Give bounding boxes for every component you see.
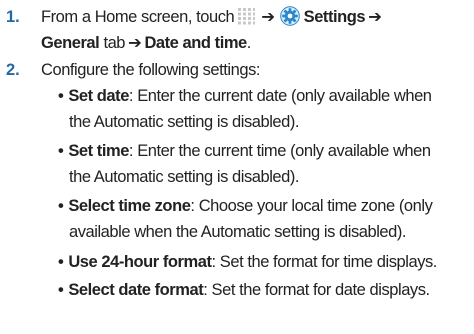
- bullet: •: [58, 87, 64, 105]
- setting-description-continued: the Automatic setting is disabled).: [69, 168, 300, 186]
- setting-description-continued: available when the Automatic setting is …: [69, 223, 407, 241]
- list-item: • Set date: Enter the current date (only …: [58, 83, 470, 135]
- setting-description: : Set the format for time displays.: [211, 253, 438, 271]
- step-text: Configure the following settings:: [41, 61, 261, 79]
- step-line: General tab ➔ Date and time.: [41, 30, 468, 56]
- step-number: 2.: [6, 61, 20, 79]
- arrow-icon: ➔: [128, 34, 142, 52]
- settings-gear-icon: [279, 6, 300, 26]
- bullet: •: [58, 281, 64, 299]
- list-item: • Set time: Enter the current time (only …: [58, 138, 470, 190]
- setting-description: : Choose your local time zone (only: [190, 197, 433, 215]
- list-item: • Select time zone: Choose your local tim…: [58, 193, 470, 245]
- arrow-icon: ➔: [261, 8, 275, 26]
- list-item: • Select date format: Set the format for …: [58, 277, 470, 303]
- instruction-page: 1. From a Home screen, touch ➔ Settings …: [0, 0, 474, 334]
- step-body: Configure the following settings:: [41, 57, 468, 83]
- setting-term: Set time: [68, 142, 129, 160]
- setting-term: Set date: [68, 87, 129, 105]
- setting-term: Select date format: [68, 281, 204, 299]
- setting-description: : Enter the current date (only available…: [128, 87, 432, 105]
- bullet: •: [58, 197, 64, 215]
- tab-suffix: tab: [99, 34, 126, 52]
- setting-description-continued: the Automatic setting is disabled).: [69, 113, 300, 131]
- bullet: •: [58, 142, 64, 160]
- apps-grid-icon: [238, 8, 256, 25]
- date-and-time-label: Date and time: [144, 34, 247, 52]
- period: .: [246, 34, 252, 52]
- step-body: From a Home screen, touch ➔ Settings ➔ G…: [41, 4, 468, 56]
- setting-term: Select time zone: [68, 197, 191, 215]
- general-tab-label: General: [41, 34, 100, 52]
- step-prefix: From a Home screen, touch: [41, 8, 235, 26]
- setting-description: : Set the format for date displays.: [203, 281, 430, 299]
- setting-term: Use 24-hour format: [68, 253, 212, 271]
- bullet: •: [58, 253, 64, 271]
- step-number: 1.: [6, 8, 20, 26]
- settings-label: Settings: [303, 8, 366, 26]
- list-item: • Use 24-hour format: Set the format for …: [58, 249, 470, 275]
- step-line: From a Home screen, touch ➔ Settings ➔: [41, 4, 468, 30]
- setting-description: : Enter the current time (only available…: [128, 142, 431, 160]
- arrow-icon: ➔: [368, 8, 382, 26]
